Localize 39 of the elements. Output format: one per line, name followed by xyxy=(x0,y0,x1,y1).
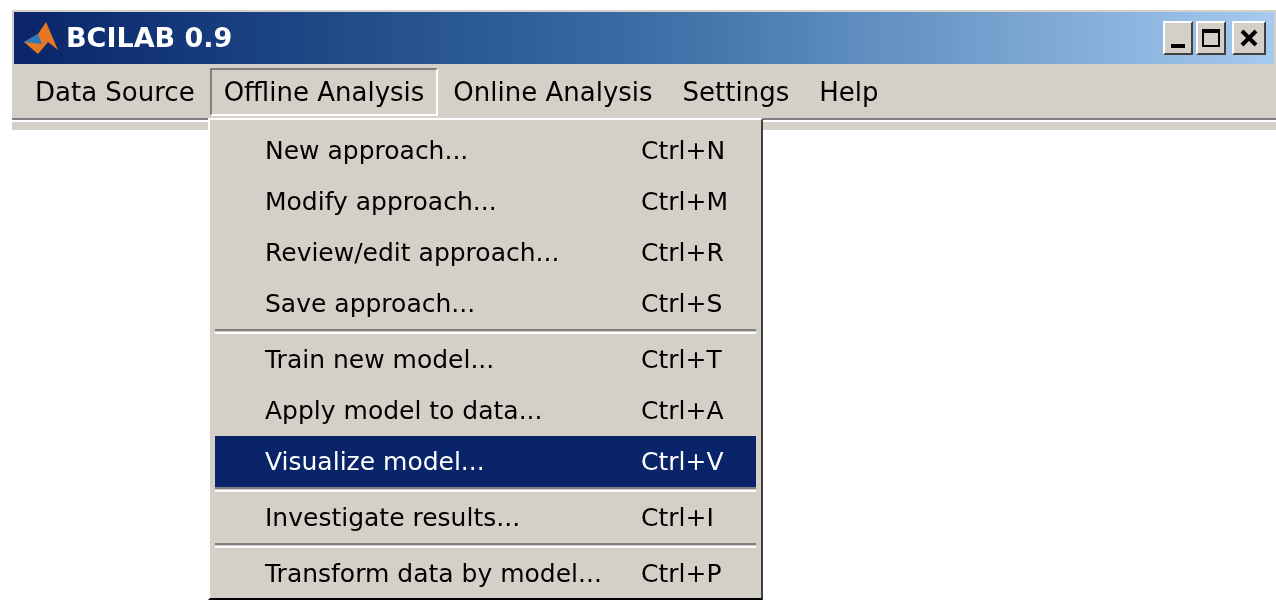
shortcut-label: Ctrl+N xyxy=(641,134,726,167)
option-label: Modify approach... xyxy=(265,185,498,218)
shortcut-label: Ctrl+T xyxy=(641,343,722,376)
menu-option[interactable]: Apply model to data... Ctrl+A xyxy=(215,385,756,436)
shortcut-label: Ctrl+M xyxy=(641,185,728,218)
menu-option[interactable]: Modify approach... Ctrl+M xyxy=(215,176,756,227)
menu-option[interactable]: Visualize model... Ctrl+V xyxy=(215,436,756,487)
menu-option[interactable]: Save approach... Ctrl+S xyxy=(215,278,756,329)
shortcut-label: Ctrl+I xyxy=(641,501,714,534)
option-label: Apply model to data... xyxy=(265,394,544,427)
shortcut-label: Ctrl+A xyxy=(641,394,724,427)
option-label: Investigate results... xyxy=(265,501,522,534)
maximize-button[interactable] xyxy=(1196,21,1226,55)
menu-option[interactable]: New approach... Ctrl+N xyxy=(215,125,756,176)
menu-item[interactable]: Offline Analysis xyxy=(209,68,439,116)
maximize-icon xyxy=(1202,29,1220,47)
option-label: Transform data by model... xyxy=(265,557,603,590)
menu-option[interactable]: Transform data by model... Ctrl+P xyxy=(215,548,756,598)
window-title: BCILAB 0.9 xyxy=(66,20,233,55)
minimize-icon xyxy=(1171,44,1185,48)
shortcut-label: Ctrl+S xyxy=(641,287,723,320)
close-button[interactable] xyxy=(1232,21,1266,55)
option-label: New approach... xyxy=(265,134,470,167)
menu-option[interactable]: Review/edit approach... Ctrl+R xyxy=(215,227,756,278)
option-label: Save approach... xyxy=(265,287,477,320)
option-label: Review/edit approach... xyxy=(265,236,561,269)
shortcut-label: Ctrl+R xyxy=(641,236,724,269)
menu-item[interactable]: Data Source xyxy=(20,68,210,116)
shortcut-label: Ctrl+P xyxy=(641,557,722,590)
option-label: Train new model... xyxy=(265,343,496,376)
menu-option[interactable]: Train new model... Ctrl+T xyxy=(215,334,756,385)
menu-option[interactable]: Investigate results... Ctrl+I xyxy=(215,492,756,543)
minimize-button[interactable] xyxy=(1163,21,1193,55)
menu-item[interactable]: Settings xyxy=(667,68,805,116)
close-icon xyxy=(1239,28,1259,48)
menu-item[interactable]: Online Analysis xyxy=(438,68,668,116)
shortcut-label: Ctrl+V xyxy=(641,445,724,478)
menu-item[interactable]: Help xyxy=(804,68,894,116)
option-label: Visualize model... xyxy=(265,445,486,478)
